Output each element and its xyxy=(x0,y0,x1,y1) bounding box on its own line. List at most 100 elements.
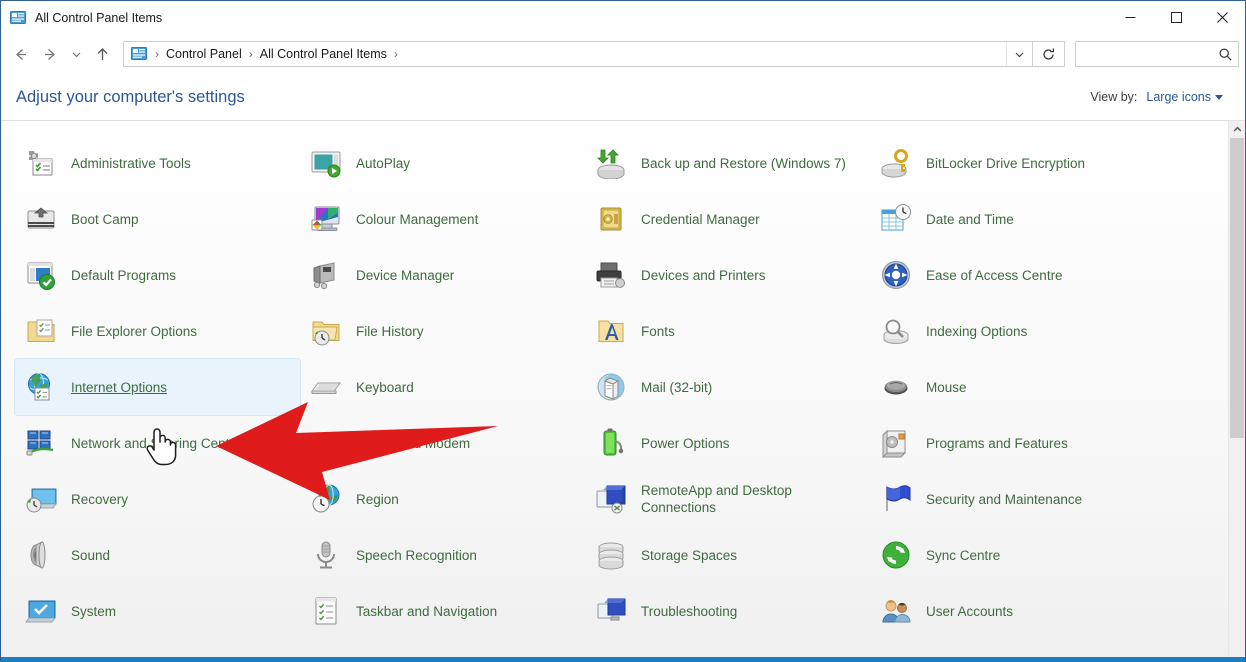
administrative-tools-icon xyxy=(25,147,57,179)
control-panel-item-label: Back up and Restore (Windows 7) xyxy=(641,155,846,171)
fonts-icon xyxy=(595,315,627,347)
breadcrumb-all-control-panel-items[interactable]: All Control Panel Items xyxy=(257,47,390,61)
control-panel-item[interactable]: RemoteApp and Desktop Connections xyxy=(585,471,870,527)
backup-restore-icon xyxy=(595,147,627,179)
chevron-down-icon[interactable] xyxy=(1006,42,1032,66)
control-panel-item[interactable]: Colour Management xyxy=(300,191,585,247)
scrollbar-thumb[interactable] xyxy=(1230,138,1244,438)
control-panel-window: All Control Panel Items › Control Panel … xyxy=(0,0,1246,662)
control-panel-item[interactable]: Ease of Access Centre xyxy=(870,247,1155,303)
system-icon xyxy=(25,595,57,627)
breadcrumb-separator-0[interactable]: › xyxy=(151,47,163,61)
caret-down-icon xyxy=(1215,94,1223,100)
autoplay-icon xyxy=(310,147,342,179)
control-panel-item[interactable]: Internet Options xyxy=(15,359,300,415)
control-panel-item-label: Devices and Printers xyxy=(641,267,766,283)
power-options-icon xyxy=(595,427,627,459)
control-panel-item[interactable]: Indexing Options xyxy=(870,303,1155,359)
control-panel-item-label: Fonts xyxy=(641,323,675,339)
breadcrumb-separator-2[interactable]: › xyxy=(390,47,402,61)
control-panel-item[interactable]: Credential Manager xyxy=(585,191,870,247)
breadcrumb-control-panel-icon xyxy=(131,46,147,62)
taskbar-navigation-icon xyxy=(310,595,342,627)
control-panel-item[interactable]: Mouse xyxy=(870,359,1155,415)
breadcrumb-control-panel[interactable]: Control Panel xyxy=(163,47,245,61)
control-panel-item-label: Keyboard xyxy=(356,379,414,395)
control-panel-item[interactable]: BitLocker Drive Encryption xyxy=(870,135,1155,191)
control-panel-item[interactable]: Taskbar and Navigation xyxy=(300,583,585,639)
control-panel-item-label: Internet Options xyxy=(71,379,168,395)
control-panel-item-label: Administrative Tools xyxy=(71,155,191,171)
vertical-scrollbar[interactable] xyxy=(1228,121,1245,662)
control-panel-item[interactable]: Sound xyxy=(15,527,300,583)
up-arrow-icon[interactable] xyxy=(87,39,117,69)
control-panel-item-label: User Accounts xyxy=(926,603,1014,619)
breadcrumb-separator-1[interactable]: › xyxy=(245,47,257,61)
control-panel-item[interactable]: Mail (32-bit) xyxy=(585,359,870,415)
control-panel-item-label: Credential Manager xyxy=(641,211,760,227)
control-panel-item[interactable]: Storage Spaces xyxy=(585,527,870,583)
bitlocker-icon xyxy=(880,147,912,179)
control-panel-item[interactable]: Devices and Printers xyxy=(585,247,870,303)
security-maintenance-icon xyxy=(880,483,912,515)
navigation-bar: › Control Panel › All Control Panel Item… xyxy=(1,34,1245,74)
troubleshooting-icon xyxy=(595,595,627,627)
control-panel-item[interactable]: Speech Recognition xyxy=(300,527,585,583)
control-panel-item[interactable]: Region xyxy=(300,471,585,527)
control-panel-item[interactable]: Device Manager xyxy=(300,247,585,303)
scroll-up-icon[interactable] xyxy=(1229,121,1245,138)
control-panel-item[interactable]: Administrative Tools xyxy=(15,135,300,191)
control-panel-item[interactable]: Phone and Modem xyxy=(300,415,585,471)
control-panel-item-label: Boot Camp xyxy=(71,211,139,227)
control-panel-item-label: Programs and Features xyxy=(926,435,1068,451)
control-panel-item-label: Date and Time xyxy=(926,211,1014,227)
control-panel-item-label: Security and Maintenance xyxy=(926,491,1083,507)
control-panel-item-label: Ease of Access Centre xyxy=(926,267,1063,283)
file-explorer-options-icon xyxy=(25,315,57,347)
control-panel-item-label: Colour Management xyxy=(356,211,479,227)
control-panel-item-label: AutoPlay xyxy=(356,155,411,171)
control-panel-item[interactable]: Troubleshooting xyxy=(585,583,870,639)
control-panel-item[interactable]: Programs and Features xyxy=(870,415,1155,471)
control-panel-item[interactable]: File History xyxy=(300,303,585,359)
control-panel-item-label: Device Manager xyxy=(356,267,455,283)
control-panel-item[interactable]: Back up and Restore (Windows 7) xyxy=(585,135,870,191)
devices-and-printers-icon xyxy=(595,259,627,291)
control-panel-item-label: Power Options xyxy=(641,435,730,451)
close-button[interactable] xyxy=(1199,1,1245,34)
control-panel-item[interactable]: System xyxy=(15,583,300,639)
control-panel-item[interactable]: Date and Time xyxy=(870,191,1155,247)
control-panel-item[interactable]: Sync Centre xyxy=(870,527,1155,583)
control-panel-item-label: Mouse xyxy=(926,379,967,395)
search-input[interactable] xyxy=(1076,47,1212,61)
address-bar[interactable]: › Control Panel › All Control Panel Item… xyxy=(123,41,1033,67)
control-panel-item[interactable]: Power Options xyxy=(585,415,870,471)
control-panel-item[interactable]: Fonts xyxy=(585,303,870,359)
forward-arrow-icon[interactable] xyxy=(35,39,65,69)
view-by-dropdown[interactable]: Large icons xyxy=(1146,90,1223,104)
control-panel-item[interactable]: AutoPlay xyxy=(300,135,585,191)
search-box[interactable] xyxy=(1075,41,1239,67)
refresh-button[interactable] xyxy=(1033,41,1065,67)
control-panel-item[interactable]: Default Programs xyxy=(15,247,300,303)
maximize-button[interactable] xyxy=(1153,1,1199,34)
control-panel-icon xyxy=(10,10,26,26)
user-accounts-icon xyxy=(880,595,912,627)
scrollbar-track[interactable] xyxy=(1229,138,1245,662)
control-panel-item-label: Phone and Modem xyxy=(356,435,471,451)
control-panel-item[interactable]: User Accounts xyxy=(870,583,1155,639)
back-arrow-icon[interactable] xyxy=(5,39,35,69)
region-icon xyxy=(310,483,342,515)
control-panel-item[interactable]: Keyboard xyxy=(300,359,585,415)
storage-spaces-icon xyxy=(595,539,627,571)
search-icon[interactable] xyxy=(1212,47,1238,62)
control-panel-item[interactable]: Boot Camp xyxy=(15,191,300,247)
control-panel-item[interactable]: Security and Maintenance xyxy=(870,471,1155,527)
control-panel-item[interactable]: File Explorer Options xyxy=(15,303,300,359)
recent-locations-icon[interactable] xyxy=(65,39,87,69)
view-by-value: Large icons xyxy=(1146,90,1211,104)
minimize-button[interactable] xyxy=(1107,1,1153,34)
control-panel-item[interactable]: Network and Sharing Centre xyxy=(15,415,300,471)
speech-recognition-icon xyxy=(310,539,342,571)
control-panel-item[interactable]: Recovery xyxy=(15,471,300,527)
